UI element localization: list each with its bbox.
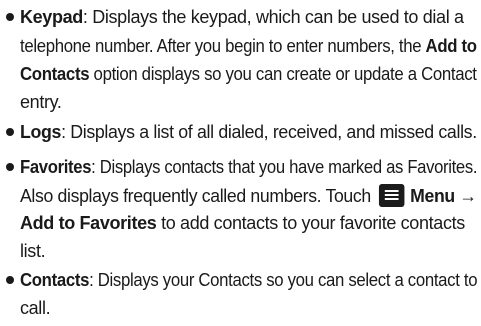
favorites-separator: : [91, 157, 100, 177]
logs-description: Displays a list of all dialed, received,… [70, 122, 477, 142]
favorites-term: Favorites [20, 157, 92, 177]
keypad-description-3: option displays so you can create or upd… [89, 64, 477, 84]
menu-arrow-label: Menu → [410, 186, 477, 206]
document-page: Keypad: Displays the keypad, which can b… [0, 0, 481, 326]
add-to-contacts-label-part1: Add to [425, 36, 477, 56]
keypad-line-1: Keypad: Displays the keypad, which can b… [20, 6, 464, 28]
contacts-line-1: Contacts: Displays your Contacts so you … [20, 269, 478, 291]
keypad-term: Keypad [20, 7, 83, 27]
keypad-separator: : [82, 7, 93, 27]
favorites-line-4: list. [20, 240, 46, 262]
contacts-separator: : [89, 270, 98, 290]
menu-icon [378, 184, 405, 207]
keypad-description-4: entry. [20, 92, 62, 112]
favorites-description-2: Also displays frequently called numbers.… [20, 186, 371, 206]
contacts-description-1: Displays your Contacts so you can select… [97, 270, 478, 290]
favorites-line-1: Favorites: Displays contacts that you ha… [20, 156, 478, 178]
bullet-icon [6, 13, 14, 21]
contacts-line-2: call. [20, 297, 51, 319]
favorites-line-3: Add to Favorites to add contacts to your… [20, 212, 465, 234]
contacts-term: Contacts [20, 270, 90, 290]
logs-separator: : [61, 122, 71, 142]
bullet-icon [6, 128, 14, 136]
favorites-description-3: to add contacts to your favorite contact… [156, 213, 465, 233]
add-to-contacts-label-part2: Contacts [20, 64, 90, 84]
bullet-icon [6, 276, 14, 284]
logs-line-1: Logs: Displays a list of all dialed, rec… [20, 121, 477, 143]
keypad-line-3: Contacts option displays so you can crea… [20, 63, 477, 85]
add-to-favorites-label: Add to Favorites [20, 213, 157, 233]
keypad-description-2: telephone number. After you begin to ent… [20, 36, 426, 56]
contacts-description-2: call. [20, 298, 51, 318]
favorites-line-2: Also displays frequently called numbers.… [20, 184, 477, 207]
favorites-description-1: Displays contacts that you have marked a… [99, 157, 478, 177]
favorites-description-4: list. [20, 241, 46, 261]
keypad-description-1: Displays the keypad, which can be used t… [92, 7, 464, 27]
keypad-line-4: entry. [20, 91, 62, 113]
bullet-icon [6, 163, 14, 171]
logs-term: Logs [20, 122, 62, 142]
keypad-line-2: telephone number. After you begin to ent… [20, 35, 477, 57]
